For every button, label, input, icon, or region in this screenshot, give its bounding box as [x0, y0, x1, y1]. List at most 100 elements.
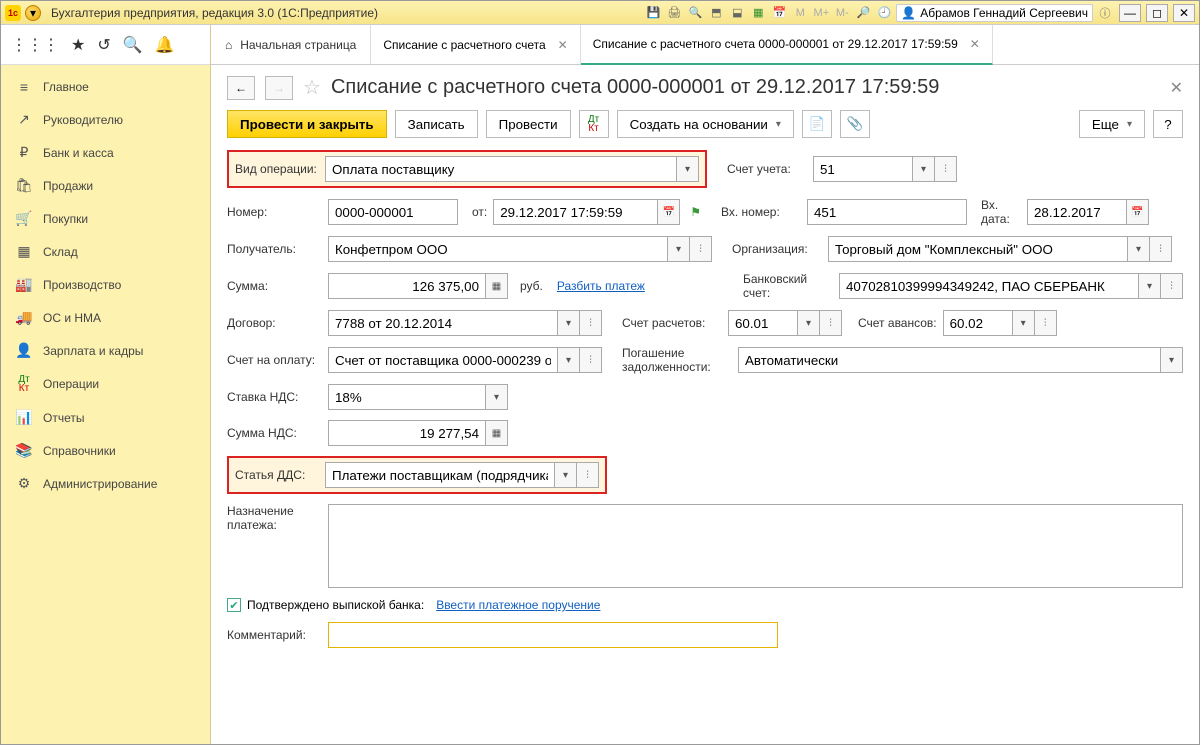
favorites-icon[interactable]: ★ [71, 35, 85, 55]
tab-document-2[interactable]: Списание с расчетного счета 0000-000001 … [581, 25, 993, 65]
post-button[interactable]: Провести [486, 110, 571, 138]
sidebar-item-manager[interactable]: ↗Руководителю [1, 103, 210, 136]
sidebar-item-stock[interactable]: ▦Склад [1, 235, 210, 268]
open-icon[interactable]: ⫶ [1150, 236, 1172, 262]
sidebar-item-reports[interactable]: 📊Отчеты [1, 401, 210, 434]
account-input[interactable] [813, 156, 913, 182]
confirmed-checkbox[interactable]: ✔ Подтверждено выпиской банка: [227, 598, 424, 612]
post-and-close-button[interactable]: Провести и закрыть [227, 110, 387, 138]
tab-home[interactable]: ⌂ Начальная страница [211, 25, 371, 64]
open-icon[interactable]: ⫶ [580, 347, 602, 373]
nav-forward-button[interactable]: → [265, 76, 293, 100]
dropdown-icon[interactable]: ▾ [913, 156, 935, 182]
open-icon[interactable]: ⫶ [1035, 310, 1057, 336]
sum-input[interactable] [328, 273, 486, 299]
calculator-icon[interactable]: ▦ [486, 420, 508, 446]
m-plus-button[interactable]: М+ [812, 4, 830, 22]
dropdown-icon[interactable]: ▾ [1128, 236, 1150, 262]
dropdown-icon[interactable]: ▾ [1161, 347, 1183, 373]
dropdown-icon[interactable]: ▾ [668, 236, 690, 262]
dropdown-icon[interactable]: ▾ [486, 384, 508, 410]
sidebar-item-sales[interactable]: 🛍Продажи [1, 169, 210, 202]
apps-icon[interactable]: ⋮⋮⋮ [11, 35, 59, 55]
attachments-button[interactable]: 📎 [840, 110, 870, 138]
main-menu-dropdown[interactable]: ▾ [25, 5, 41, 21]
dropdown-icon[interactable]: ▾ [677, 156, 699, 182]
settle-acc-input[interactable] [728, 310, 798, 336]
calendar-icon[interactable]: 📅 [1127, 199, 1149, 225]
more-button[interactable]: Еще [1079, 110, 1145, 138]
create-based-on-button[interactable]: Создать на основании [617, 110, 794, 138]
op-type-select[interactable] [325, 156, 677, 182]
search-icon[interactable]: 🔍 [123, 35, 143, 55]
sidebar-item-main[interactable]: ≡Главное [1, 71, 210, 103]
star-icon[interactable]: ☆ [303, 75, 321, 100]
minimize-button[interactable]: — [1119, 4, 1141, 22]
dropdown-icon[interactable]: ▾ [558, 347, 580, 373]
vat-rate-select[interactable] [328, 384, 486, 410]
m-button[interactable]: М [791, 4, 809, 22]
invoice-input[interactable] [328, 347, 558, 373]
dropdown-icon[interactable]: ▾ [1139, 273, 1161, 299]
notifications-icon[interactable]: 🔔 [155, 35, 175, 55]
in-date-input[interactable] [1027, 199, 1127, 225]
print-form-button[interactable]: 📄 [802, 110, 832, 138]
sidebar-item-production[interactable]: 🏭Производство [1, 268, 210, 301]
nav-back-button[interactable]: ← [227, 76, 255, 100]
close-button[interactable]: ✕ [1173, 4, 1195, 22]
calculator-icon[interactable]: ▦ [749, 4, 767, 22]
comment-input[interactable] [328, 622, 778, 648]
save-icon[interactable]: 💾 [644, 4, 662, 22]
in-number-input[interactable] [807, 199, 967, 225]
sidebar-item-bank[interactable]: ₽Банк и касса [1, 136, 210, 169]
bank-acc-input[interactable] [839, 273, 1139, 299]
export-icon[interactable]: ⬓ [728, 4, 746, 22]
org-input[interactable] [828, 236, 1128, 262]
open-icon[interactable]: ⫶ [935, 156, 957, 182]
maximize-button[interactable]: ◻ [1146, 4, 1168, 22]
recipient-input[interactable] [328, 236, 668, 262]
history-nav-icon[interactable]: ↺ [97, 35, 110, 55]
zoom-icon[interactable]: 🔎 [854, 4, 872, 22]
open-icon[interactable]: ⫶ [580, 310, 602, 336]
help-button[interactable]: ? [1153, 110, 1183, 138]
user-chip[interactable]: 👤 Абрамов Геннадий Сергеевич [896, 4, 1093, 22]
open-icon[interactable]: ⫶ [820, 310, 842, 336]
close-icon[interactable]: ✕ [970, 37, 980, 51]
calculator-icon[interactable]: ▦ [486, 273, 508, 299]
print-icon[interactable]: 🖨 [665, 4, 683, 22]
sidebar-item-purchases[interactable]: 🛒Покупки [1, 202, 210, 235]
info-icon[interactable]: ⓘ [1096, 4, 1114, 22]
sidebar-item-admin[interactable]: ⚙Администрирование [1, 467, 210, 500]
contract-input[interactable] [328, 310, 558, 336]
number-input[interactable] [328, 199, 458, 225]
calendar-icon[interactable]: 📅 [770, 4, 788, 22]
sidebar-item-references[interactable]: 📚Справочники [1, 434, 210, 467]
open-icon[interactable]: ⫶ [690, 236, 712, 262]
compare-icon[interactable]: ⬒ [707, 4, 725, 22]
sidebar-item-operations[interactable]: ДтКтОперации [1, 367, 210, 401]
date-input[interactable] [493, 199, 658, 225]
dtkt-postings-button[interactable]: ДтКт [579, 110, 609, 138]
dropdown-icon[interactable]: ▾ [555, 462, 577, 488]
history-icon[interactable]: 🕘 [875, 4, 893, 22]
open-icon[interactable]: ⫶ [1161, 273, 1183, 299]
m-minus-button[interactable]: М- [833, 4, 851, 22]
vat-sum-input[interactable] [328, 420, 486, 446]
enter-payment-order-link[interactable]: Ввести платежное поручение [436, 598, 600, 612]
close-icon[interactable]: ✕ [558, 38, 568, 52]
dropdown-icon[interactable]: ▾ [798, 310, 820, 336]
document-close-button[interactable]: ✕ [1170, 78, 1183, 98]
split-payment-link[interactable]: Разбить платеж [557, 279, 645, 293]
sidebar-item-os-nma[interactable]: 🚚ОС и НМА [1, 301, 210, 334]
debt-select[interactable] [738, 347, 1161, 373]
save-button[interactable]: Записать [395, 110, 478, 138]
advance-acc-input[interactable] [943, 310, 1013, 336]
sidebar-item-salary[interactable]: 👤Зарплата и кадры [1, 334, 210, 367]
dropdown-icon[interactable]: ▾ [1013, 310, 1035, 336]
open-icon[interactable]: ⫶ [577, 462, 599, 488]
purpose-textarea[interactable] [328, 504, 1183, 588]
preview-icon[interactable]: 🔍 [686, 4, 704, 22]
tab-document-1[interactable]: Списание с расчетного счета ✕ [371, 25, 580, 64]
calendar-icon[interactable]: 📅 [658, 199, 680, 225]
